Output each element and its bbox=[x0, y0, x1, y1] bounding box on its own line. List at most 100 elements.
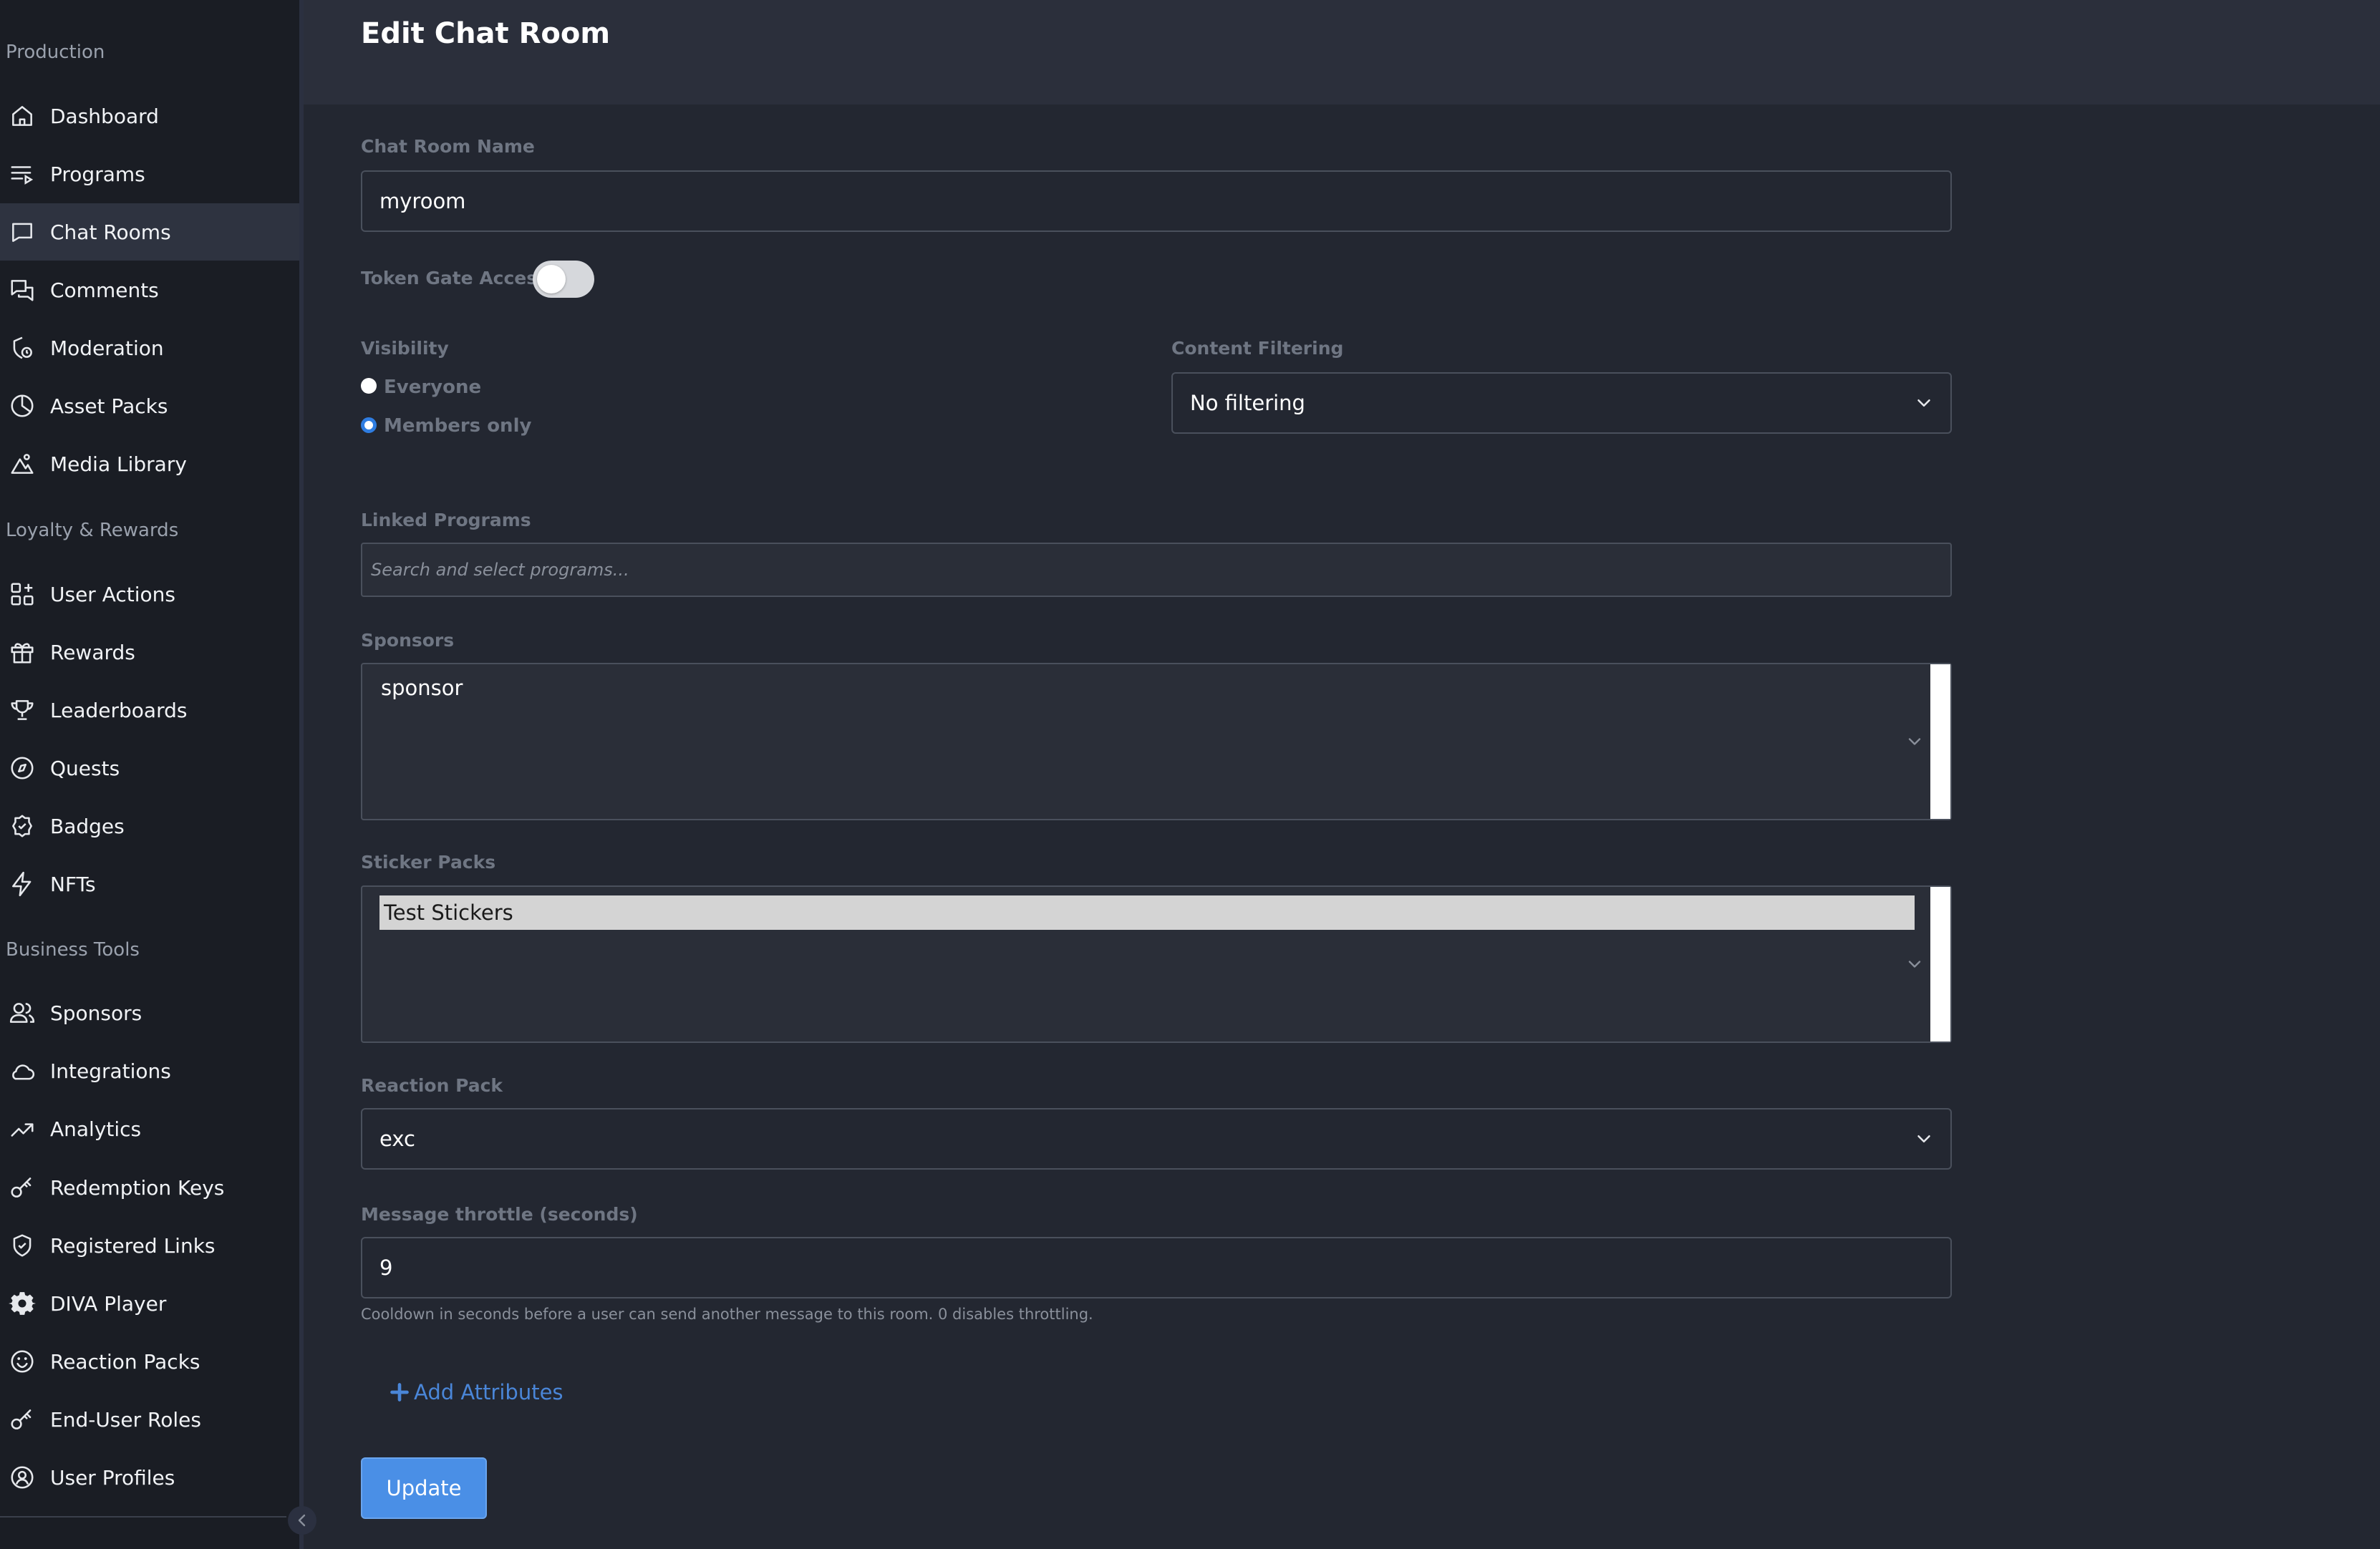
visibility-everyone-radio[interactable] bbox=[361, 378, 377, 394]
add-attributes-button[interactable]: Add Attributes bbox=[390, 1380, 563, 1404]
sidebar-item-nfts[interactable]: NFTs bbox=[0, 855, 299, 913]
badge-icon bbox=[7, 811, 37, 841]
chat-bubble-icon bbox=[7, 217, 37, 247]
shield-check-icon bbox=[7, 1230, 37, 1261]
sidebar-item-badges[interactable]: Badges bbox=[0, 797, 299, 855]
key-icon bbox=[7, 1172, 37, 1203]
sidebar-item-label: Analytics bbox=[50, 1117, 142, 1141]
comments-icon bbox=[7, 275, 37, 305]
sponsors-option[interactable]: sponsor bbox=[381, 676, 463, 700]
compass-icon bbox=[7, 753, 37, 783]
sidebar-border bbox=[299, 0, 304, 1549]
sidebar-item-dashboard[interactable]: Dashboard bbox=[0, 87, 299, 145]
content-filtering-label: Content Filtering bbox=[1171, 338, 1344, 359]
sidebar-divider bbox=[0, 1516, 286, 1518]
chat-room-name-value: myroom bbox=[379, 189, 466, 213]
sticker-packs-scrollbar[interactable] bbox=[1930, 887, 1950, 1041]
message-throttle-input[interactable]: 9 bbox=[361, 1237, 1952, 1298]
playlist-icon bbox=[7, 159, 37, 189]
sidebar-item-sponsors[interactable]: Sponsors bbox=[0, 984, 299, 1041]
sidebar-item-label: User Actions bbox=[50, 582, 175, 606]
visibility-members-only-radio[interactable] bbox=[361, 417, 377, 433]
content-filtering-select[interactable]: No filtering bbox=[1171, 372, 1952, 434]
sidebar-item-label: Rewards bbox=[50, 640, 135, 664]
page-header: Edit Chat Room bbox=[304, 0, 2380, 105]
sticker-packs-select[interactable]: Test Stickers bbox=[361, 885, 1952, 1043]
sidebar-item-comments[interactable]: Comments bbox=[0, 261, 299, 319]
content-filtering-value: No filtering bbox=[1190, 391, 1305, 415]
update-button[interactable]: Update bbox=[361, 1457, 487, 1519]
sidebar-item-label: Comments bbox=[50, 278, 159, 302]
chat-room-name-input[interactable]: myroom bbox=[361, 170, 1952, 232]
sidebar-item-user-profiles[interactable]: User Profiles bbox=[0, 1449, 299, 1506]
sidebar-item-label: Leaderboards bbox=[50, 698, 188, 722]
users-icon bbox=[7, 998, 37, 1028]
sidebar-item-label: Sponsors bbox=[50, 1001, 142, 1025]
sidebar-item-asset-packs[interactable]: Asset Packs bbox=[0, 377, 299, 434]
sidebar-item-user-actions[interactable]: User Actions bbox=[0, 565, 299, 623]
sidebar-item-end-user-roles[interactable]: End-User Roles bbox=[0, 1391, 299, 1448]
sidebar-item-label: Chat Rooms bbox=[50, 220, 171, 244]
sidebar-item-analytics[interactable]: Analytics bbox=[0, 1100, 299, 1157]
sidebar-item-programs[interactable]: Programs bbox=[0, 145, 299, 203]
chevron-down-icon bbox=[1908, 738, 1921, 745]
chevron-down-icon bbox=[1908, 961, 1921, 968]
gear-icon bbox=[7, 1288, 37, 1319]
sidebar-collapse-button[interactable] bbox=[288, 1506, 316, 1535]
sponsors-select[interactable]: sponsor bbox=[361, 663, 1952, 820]
sticker-packs-option-selected[interactable]: Test Stickers bbox=[379, 895, 1915, 930]
reaction-pack-value: exc bbox=[379, 1127, 415, 1151]
message-throttle-value: 9 bbox=[379, 1256, 393, 1280]
linked-programs-label: Linked Programs bbox=[361, 510, 531, 530]
page-title: Edit Chat Room bbox=[361, 17, 611, 50]
sidebar-item-registered-links[interactable]: Registered Links bbox=[0, 1217, 299, 1274]
sidebar-item-label: Quests bbox=[50, 756, 120, 780]
grid-plus-icon bbox=[7, 579, 37, 609]
moderation-icon bbox=[7, 333, 37, 363]
plus-icon bbox=[390, 1383, 409, 1402]
sidebar-section-loyalty-rewards: Loyalty & Rewards bbox=[6, 520, 179, 541]
sponsors-label: Sponsors bbox=[361, 630, 455, 651]
message-throttle-label: Message throttle (seconds) bbox=[361, 1204, 638, 1225]
reaction-pack-label: Reaction Pack bbox=[361, 1075, 503, 1096]
sidebar-item-label: Integrations bbox=[50, 1059, 171, 1083]
visibility-members-only-label: Members only bbox=[384, 415, 532, 437]
sidebar-section-production: Production bbox=[6, 42, 105, 63]
add-attributes-label: Add Attributes bbox=[414, 1380, 563, 1404]
sidebar-item-rewards[interactable]: Rewards bbox=[0, 623, 299, 681]
sidebar-item-diva-player[interactable]: DIVA Player bbox=[0, 1275, 299, 1332]
reaction-pack-select[interactable]: exc bbox=[361, 1108, 1952, 1170]
sidebar-item-quests[interactable]: Quests bbox=[0, 739, 299, 797]
sidebar-item-label: Media Library bbox=[50, 452, 187, 476]
message-throttle-help: Cooldown in seconds before a user can se… bbox=[361, 1306, 1093, 1323]
trophy-icon bbox=[7, 695, 37, 725]
sidebar-item-label: Registered Links bbox=[50, 1233, 216, 1258]
sidebar-item-label: Badges bbox=[50, 814, 125, 838]
sidebar-item-reaction-packs[interactable]: Reaction Packs bbox=[0, 1333, 299, 1390]
sidebar-item-integrations[interactable]: Integrations bbox=[0, 1042, 299, 1099]
sidebar-item-media-library[interactable]: Media Library bbox=[0, 435, 299, 492]
sidebar-item-label: DIVA Player bbox=[50, 1291, 167, 1316]
pie-chart-icon bbox=[7, 391, 37, 421]
chevron-left-icon bbox=[298, 1514, 306, 1527]
trending-icon bbox=[7, 1114, 37, 1144]
sponsors-scrollbar[interactable] bbox=[1930, 664, 1950, 819]
chevron-down-icon bbox=[1917, 1135, 1930, 1142]
token-gate-label: Token Gate Access bbox=[361, 268, 548, 288]
sidebar-item-label: Reaction Packs bbox=[50, 1349, 200, 1374]
user-circle-icon bbox=[7, 1462, 37, 1492]
sidebar-item-label: Dashboard bbox=[50, 104, 159, 128]
sidebar-section-business-tools: Business Tools bbox=[6, 939, 140, 961]
sidebar-item-redemption-keys[interactable]: Redemption Keys bbox=[0, 1159, 299, 1216]
visibility-everyone-label: Everyone bbox=[384, 377, 482, 398]
sidebar-item-chat-rooms[interactable]: Chat Rooms bbox=[0, 203, 299, 261]
sidebar-item-leaderboards[interactable]: Leaderboards bbox=[0, 681, 299, 739]
cloud-icon bbox=[7, 1056, 37, 1086]
lightning-icon bbox=[7, 869, 37, 899]
sidebar-item-label: NFTs bbox=[50, 872, 96, 896]
chevron-down-icon bbox=[1917, 399, 1930, 407]
sidebar-item-moderation[interactable]: Moderation bbox=[0, 319, 299, 377]
image-icon bbox=[7, 449, 37, 479]
token-gate-toggle[interactable] bbox=[533, 261, 594, 298]
linked-programs-search-input[interactable] bbox=[361, 543, 1952, 597]
